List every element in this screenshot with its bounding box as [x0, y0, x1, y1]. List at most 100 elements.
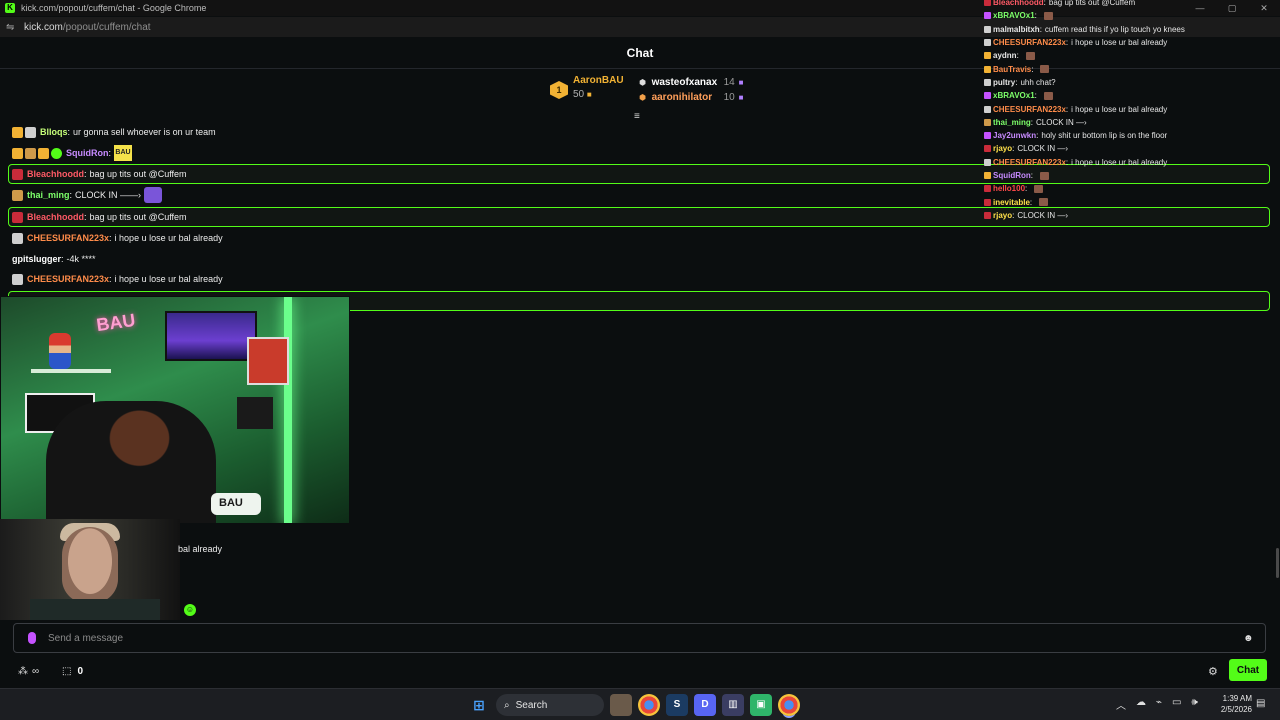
emote-icon	[1043, 11, 1053, 20]
chat-username[interactable]: CHEESURFAN223x	[27, 274, 109, 284]
overlay-colon: :	[1034, 91, 1037, 101]
overlay-text: uhh chat?	[1020, 77, 1056, 87]
overlay-colon: :	[1036, 131, 1039, 141]
overlay-chat-line: thai_ming: CLOCK IN —›	[984, 116, 1280, 129]
chat-message[interactable]: CHEESURFAN223x: i hope u lose ur bal alr…	[12, 270, 223, 288]
mic-icon[interactable]	[28, 632, 36, 644]
message-input-box[interactable]: ☻	[13, 623, 1266, 653]
windows-start-icon[interactable]: ⊞	[468, 694, 490, 716]
leaderboard-row[interactable]: ⬢ aaronihilator 10 ■	[638, 90, 744, 105]
leaderboard-row-value: 14	[723, 77, 735, 88]
overlay-username: CHEESURFAN223x	[993, 157, 1066, 167]
user-badge-icon	[984, 105, 991, 113]
infinity-icon: ∞	[32, 665, 40, 677]
leaderboard-list: ⬢ wasteofxanax 14 ■ ⬢ aaronihilator 10 ■	[638, 75, 744, 105]
search-icon: ⌕	[504, 699, 510, 711]
overlay-chat-line: rjayo: CLOCK IN —›	[984, 209, 1280, 222]
chat-username[interactable]: SquidRon	[66, 148, 109, 158]
kick-favicon-icon: K	[5, 3, 15, 13]
chrome-icon[interactable]	[638, 694, 660, 716]
chat-message[interactable]: Bleachhoodd: bag up tits out @Cuffem	[12, 208, 187, 226]
channel-points[interactable]: ⬚ 0	[62, 666, 83, 677]
address-path: /popout/cuffem/chat	[62, 21, 151, 33]
chat-message[interactable]: gpitslugger: -4k ****	[12, 250, 96, 268]
overlay-colon: :	[1012, 144, 1015, 154]
user-badge-icon	[984, 65, 991, 73]
emoji-picker-icon[interactable]: ☻	[1243, 633, 1255, 644]
chat-username[interactable]: thai_ming	[27, 190, 70, 200]
site-info-icon[interactable]: ⇋	[6, 22, 20, 33]
chat-app-icon[interactable]: ▣	[750, 694, 772, 716]
chat-username[interactable]: CHEESURFAN223x	[27, 233, 109, 243]
chat-users-control[interactable]: ⁂ ∞	[18, 666, 39, 677]
screen: K kick.com/popout/cuffem/chat - Google C…	[0, 0, 1280, 720]
chat-footer: ⁂ ∞ ⬚ 0 ⚙ Chat	[0, 656, 1280, 686]
bau-emote-icon: BAU	[114, 145, 133, 161]
overlay-username: rjayo	[993, 210, 1013, 220]
overlay-username: CHEESURFAN223x	[993, 104, 1066, 114]
overlay-username: Jay2unwkn	[993, 131, 1037, 141]
cam-shirt	[30, 599, 160, 620]
gift-icon: ■	[738, 93, 744, 102]
network-icon[interactable]: ⌁	[1156, 697, 1162, 712]
message-input[interactable]	[48, 632, 1243, 644]
shelf	[31, 369, 111, 373]
overlay-username: xBRAVOx1	[993, 91, 1035, 101]
leaderboard-row-value: 10	[723, 92, 735, 103]
overlay-colon: :	[1065, 104, 1069, 114]
display-icon[interactable]: ▭	[1172, 697, 1181, 712]
emote-icon	[1040, 171, 1050, 180]
chat-message[interactable]: Blloqs: ur gonna sell whoever is on ur t…	[12, 123, 216, 141]
widget-icon[interactable]	[610, 694, 632, 716]
overlay-colon: :	[1065, 157, 1069, 167]
chat-message[interactable]: SquidRon: BAU	[12, 144, 133, 162]
user-badge-icon	[984, 211, 991, 219]
overlay-chat-line: aydnn:	[984, 49, 1280, 62]
overlay-chat-line: xBRAVOx1:	[984, 9, 1280, 22]
chat-username[interactable]: gpitslugger	[12, 254, 61, 264]
app-icon[interactable]: ▥	[722, 694, 744, 716]
user-badge-icon	[984, 25, 991, 33]
leaderboard-top[interactable]: AaronBAU 50 ■	[573, 75, 624, 105]
overlay-chat-line: hello100:	[984, 182, 1280, 195]
steam-icon[interactable]: S	[666, 694, 688, 716]
points-value: 0	[77, 665, 84, 677]
chat-message[interactable]: CHEESURFAN223x: i hope u lose ur bal alr…	[12, 229, 223, 247]
points-icon: ⬚	[62, 665, 72, 677]
settings-gear-icon[interactable]: ⚙	[1208, 665, 1218, 678]
chevron-up-icon[interactable]: ︿	[1116, 697, 1126, 712]
taskbar-clock[interactable]: 1:39 AM 2/5/2026	[1214, 693, 1252, 715]
chat-scrollbar[interactable]	[1276, 548, 1279, 578]
gift-leaderboard: 1 AaronBAU 50 ■ ⬢ wasteofxanax 14 ■ ⬢ aa…	[550, 75, 743, 105]
chat-username[interactable]: Bleachhoodd	[27, 169, 84, 179]
overlay-username: aydnn	[993, 51, 1017, 61]
wall-art	[247, 337, 289, 385]
cloud-icon[interactable]: ☁	[1136, 697, 1146, 712]
taskbar-search[interactable]: ⌕ Search	[496, 694, 604, 716]
leaderboard-row[interactable]: ⬢ wasteofxanax 14 ■	[638, 75, 743, 90]
chat-username[interactable]: Bleachhoodd	[27, 212, 84, 222]
chat-username[interactable]: Blloqs	[40, 127, 68, 137]
overlay-colon: :	[1016, 51, 1019, 61]
user-badge-icon	[984, 39, 991, 47]
discord-icon[interactable]: D	[694, 694, 716, 716]
emote-icon	[1039, 198, 1049, 207]
overlay-chat-line: xBRAVOx1:	[984, 89, 1280, 102]
rank-2-icon: ⬢	[639, 78, 647, 87]
chrome-active-icon[interactable]	[778, 694, 800, 716]
collapse-leaderboard-icon[interactable]: ≡	[634, 111, 640, 122]
volume-icon[interactable]: 🕪	[1191, 697, 1197, 712]
chat-message[interactable]: Bleachhoodd: bag up tits out @Cuffem	[12, 165, 187, 183]
overlay-colon: :	[1030, 117, 1034, 127]
overlay-chat-line: malmalbitxh: cuffem read this if yo lip t…	[984, 23, 1280, 36]
chat-text: i hope u lose ur bal already	[114, 233, 223, 243]
chat-message[interactable]: thai_ming: CLOCK IN ——›	[12, 186, 163, 204]
taskbar-search-label: Search	[515, 699, 548, 711]
overlay-chat-line: pultry: uhh chat?	[984, 76, 1280, 89]
notification-icon[interactable]: ▤	[1256, 698, 1265, 709]
pillow-text: BAU	[219, 497, 243, 509]
send-chat-button[interactable]: Chat	[1229, 659, 1267, 681]
bau-badge-icon	[12, 232, 23, 244]
leaderboard-top-name: AaronBAU	[573, 75, 624, 86]
bau-badge-icon	[12, 189, 23, 201]
